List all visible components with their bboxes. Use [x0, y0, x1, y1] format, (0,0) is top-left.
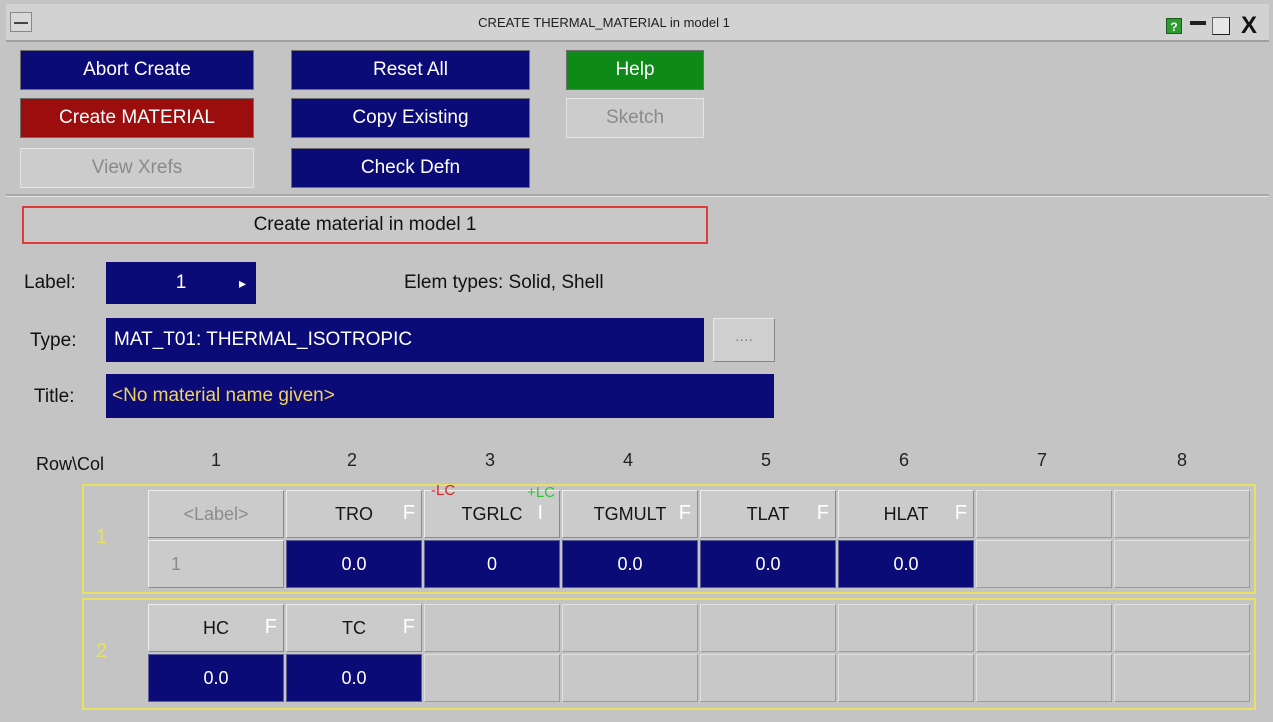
label-caption: Label:: [24, 272, 76, 293]
sketch-button[interactable]: Sketch: [566, 98, 704, 138]
row-number: 2: [96, 640, 108, 662]
row-col-header: Row\Col: [36, 454, 105, 474]
help-button[interactable]: Help: [566, 50, 704, 90]
empty-cell: [562, 654, 698, 702]
field-name-text: TGMULT: [593, 504, 667, 524]
field-name-text: TGRLC: [461, 504, 523, 524]
column-header: 7: [1036, 450, 1047, 470]
value-tgrlc[interactable]: 0: [424, 540, 560, 588]
type-caption: Type:: [30, 330, 77, 351]
column-header: 8: [1176, 450, 1187, 470]
help-icon[interactable]: ?: [1166, 18, 1182, 34]
minimize-icon[interactable]: [1188, 18, 1208, 34]
empty-cell: [1114, 604, 1250, 652]
create-material-button[interactable]: Create MATERIAL: [20, 98, 254, 138]
window-title: CREATE THERMAL_MATERIAL in model 1: [478, 15, 730, 30]
value-tro[interactable]: 0.0: [286, 540, 422, 588]
value-hlat[interactable]: 0.0: [838, 540, 974, 588]
field-name-tgmult[interactable]: TGMULT F: [562, 490, 698, 538]
column-header: 3: [484, 450, 495, 470]
label-value: 1: [175, 272, 187, 293]
popup-arrow-icon[interactable]: ▸: [239, 262, 246, 304]
title-caption: Title:: [34, 386, 75, 407]
flag-f: F: [678, 502, 691, 524]
title-field[interactable]: <No material name given>: [106, 374, 774, 418]
copy-existing-button[interactable]: Copy Existing: [291, 98, 530, 138]
empty-cell: [424, 604, 560, 652]
empty-cell: [1114, 490, 1250, 538]
lc-minus-label: -LC: [431, 482, 456, 499]
status-message: Create material in model 1: [22, 206, 708, 244]
empty-cell: [976, 654, 1112, 702]
empty-cell: [700, 654, 836, 702]
lc-plus-label: +LC: [527, 484, 555, 501]
value-tgmult[interactable]: 0.0: [562, 540, 698, 588]
label-field[interactable]: 1 ▸: [106, 262, 256, 304]
column-header: 5: [760, 450, 771, 470]
empty-cell: [838, 654, 974, 702]
flag-f: F: [402, 502, 415, 524]
field-name-tgrlc[interactable]: -LC +LC TGRLC I: [424, 483, 560, 538]
field-name-text: HLAT: [883, 504, 929, 524]
title-bar: CREATE THERMAL_MATERIAL in model 1 ? X: [6, 4, 1269, 42]
empty-cell: [424, 654, 560, 702]
field-name-text: TLAT: [746, 504, 790, 524]
type-browse-button[interactable]: ....: [713, 318, 775, 362]
value-tc[interactable]: 0.0: [286, 654, 422, 702]
field-name-text: TRO: [335, 504, 373, 524]
empty-cell: [976, 540, 1112, 588]
field-name-text: TC: [342, 618, 366, 638]
view-xrefs-button[interactable]: View Xrefs: [20, 148, 254, 188]
column-header: 2: [346, 450, 357, 470]
flag-f: F: [402, 616, 415, 638]
separator: [6, 194, 1269, 197]
check-defn-button[interactable]: Check Defn: [291, 148, 530, 188]
flag-f: F: [264, 616, 277, 638]
reset-all-button[interactable]: Reset All: [291, 50, 530, 90]
field-name-tlat[interactable]: TLAT F: [700, 490, 836, 538]
empty-cell: [976, 490, 1112, 538]
empty-cell: [838, 604, 974, 652]
empty-cell: [562, 604, 698, 652]
empty-cell: [700, 604, 836, 652]
field-name-tro[interactable]: TRO F: [286, 490, 422, 538]
value-tlat[interactable]: 0.0: [700, 540, 836, 588]
abort-create-button[interactable]: Abort Create: [20, 50, 254, 90]
label-value-cell: 1: [148, 540, 284, 588]
flag-f: F: [954, 502, 967, 524]
field-name-hc[interactable]: HC F: [148, 604, 284, 652]
column-header: 4: [622, 450, 633, 470]
empty-cell: [976, 604, 1112, 652]
flag-i: I: [537, 502, 543, 524]
field-name-tc[interactable]: TC F: [286, 604, 422, 652]
restore-icon[interactable]: [1212, 17, 1230, 35]
value-hc[interactable]: 0.0: [148, 654, 284, 702]
empty-cell: [1114, 540, 1250, 588]
label-column-header: <Label>: [148, 490, 284, 538]
close-icon[interactable]: X: [1234, 14, 1264, 38]
row-number: 1: [96, 526, 108, 548]
field-name-hlat[interactable]: HLAT F: [838, 490, 974, 538]
empty-cell: [1114, 654, 1250, 702]
column-header: 1: [210, 450, 221, 470]
type-field[interactable]: MAT_T01: THERMAL_ISOTROPIC: [106, 318, 704, 362]
flag-f: F: [816, 502, 829, 524]
field-name-text: HC: [203, 618, 229, 638]
elem-types-text: Elem types: Solid, Shell: [404, 272, 604, 293]
column-header: 6: [898, 450, 909, 470]
